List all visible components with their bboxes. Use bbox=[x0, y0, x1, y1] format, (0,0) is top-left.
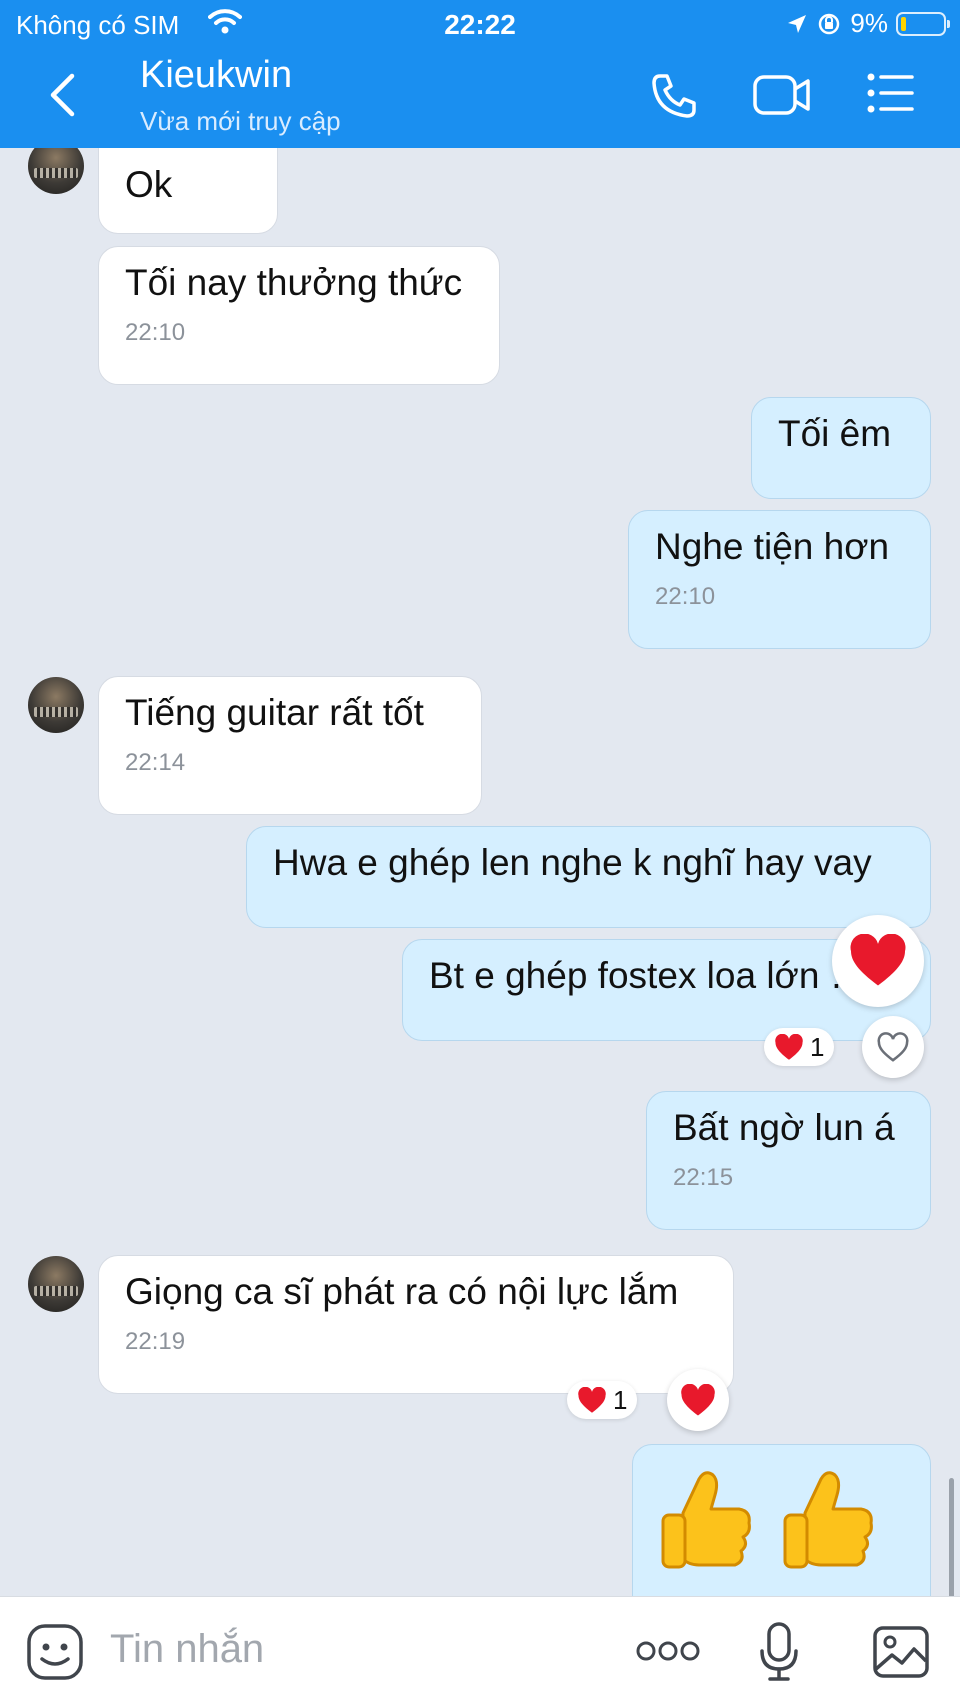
thumbs-up-icon bbox=[661, 1471, 751, 1569]
reaction-heart-button[interactable] bbox=[832, 915, 924, 1007]
message-bubble-outgoing[interactable]: Bất ngờ lun á 22:15 bbox=[646, 1091, 931, 1230]
message-time: 22:10 bbox=[655, 583, 716, 610]
message-text: Bất ngờ lun á bbox=[673, 1107, 895, 1148]
message-bubble-outgoing[interactable]: Hwa e ghép len nghe k nghĩ hay vay bbox=[246, 826, 931, 928]
rotation-lock-icon bbox=[819, 13, 840, 34]
battery-percent: 9% bbox=[850, 8, 888, 38]
avatar[interactable] bbox=[28, 677, 84, 733]
message-time: 22:10 bbox=[125, 319, 186, 346]
heart-icon bbox=[850, 934, 906, 986]
message-bubble-outgoing[interactable]: Tối êm bbox=[751, 397, 931, 499]
heart-icon bbox=[775, 1033, 803, 1060]
message-bubble-outgoing[interactable]: 👍👍 bbox=[632, 1444, 931, 1596]
message-input[interactable]: Tin nhắn bbox=[110, 1627, 264, 1672]
reaction-count-badge[interactable]: 1 bbox=[764, 1028, 835, 1066]
message-text: Ok bbox=[125, 164, 173, 205]
chat-header: Không có SIM 22:22 9% Kieukwin Vừa mới t… bbox=[0, 0, 960, 148]
message-text: Giọng ca sĩ phát ra có nội lực lắm bbox=[125, 1271, 679, 1312]
contact-name[interactable]: Kieukwin bbox=[140, 54, 292, 97]
contact-status: Vừa mới truy cập bbox=[140, 106, 341, 136]
message-time: 22:19 bbox=[125, 1328, 186, 1355]
battery-icon bbox=[896, 11, 950, 36]
avatar[interactable] bbox=[28, 1256, 84, 1312]
avatar[interactable] bbox=[28, 148, 84, 194]
status-right: 9% bbox=[786, 8, 950, 39]
message-bubble-outgoing[interactable]: Nghe tiện hơn 22:10 bbox=[628, 510, 931, 649]
message-bubble-incoming[interactable]: Giọng ca sĩ phát ra có nội lực lắm 22:19 bbox=[98, 1255, 734, 1394]
image-icon[interactable] bbox=[872, 1625, 930, 1684]
location-arrow-icon bbox=[788, 14, 807, 33]
heart-icon bbox=[681, 1383, 715, 1415]
message-list[interactable]: Ok Tối nay thưởng thức 22:10 Tối êm Nghe… bbox=[0, 148, 960, 1596]
status-bar: Không có SIM 22:22 9% bbox=[0, 0, 960, 50]
more-icon[interactable] bbox=[636, 1639, 700, 1668]
reaction-count: 1 bbox=[810, 1031, 825, 1062]
back-icon[interactable] bbox=[48, 72, 76, 123]
microphone-icon[interactable] bbox=[758, 1621, 800, 1688]
message-text: Tiếng guitar rất tốt bbox=[125, 692, 424, 733]
video-call-icon[interactable] bbox=[752, 72, 812, 123]
message-text: Hwa e ghép len nghe k nghĩ hay vay bbox=[273, 842, 872, 883]
message-bubble-incoming[interactable]: Tối nay thưởng thức 22:10 bbox=[98, 246, 500, 385]
like-button[interactable] bbox=[862, 1016, 924, 1078]
heart-icon bbox=[578, 1386, 606, 1413]
heart-outline-icon bbox=[877, 1031, 909, 1062]
reaction-heart-button[interactable] bbox=[667, 1369, 729, 1431]
reaction-count: 1 bbox=[613, 1384, 628, 1415]
sticker-icon[interactable] bbox=[26, 1623, 84, 1686]
message-bubble-incoming[interactable]: Ok bbox=[98, 148, 278, 234]
thumbs-up-icon bbox=[783, 1471, 873, 1569]
message-text: Nghe tiện hơn bbox=[655, 526, 890, 567]
message-text: Tối nay thưởng thức bbox=[125, 262, 463, 303]
message-text: Tối êm bbox=[778, 413, 892, 454]
reaction-count-badge[interactable]: 1 bbox=[567, 1381, 638, 1419]
message-time: 22:14 bbox=[125, 749, 186, 776]
message-input-bar: Tin nhắn bbox=[0, 1596, 960, 1708]
message-bubble-incoming[interactable]: Tiếng guitar rất tốt 22:14 bbox=[98, 676, 482, 815]
menu-icon[interactable] bbox=[866, 72, 914, 119]
phone-icon[interactable] bbox=[650, 72, 698, 125]
message-time: 22:15 bbox=[673, 1164, 734, 1191]
scrollbar[interactable] bbox=[949, 1478, 954, 1596]
